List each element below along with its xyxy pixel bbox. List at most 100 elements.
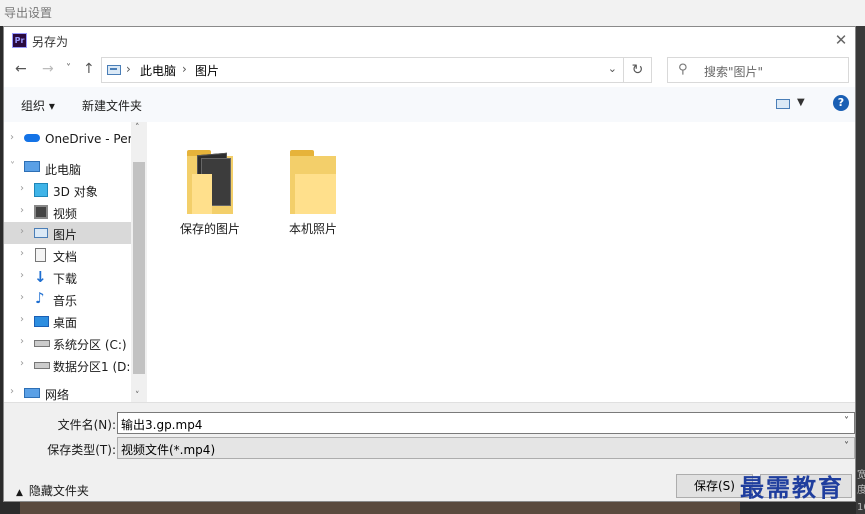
folder-icon bbox=[290, 150, 336, 214]
background-value: 100 bbox=[857, 502, 865, 513]
sidebar-item-videos[interactable]: › 视频 bbox=[4, 201, 131, 223]
desktop-icon bbox=[34, 316, 49, 327]
sidebar-item-label: 系统分区 (C:) bbox=[53, 338, 127, 352]
sidebar-item-desktop[interactable]: › 桌面 bbox=[4, 310, 131, 332]
hide-folders-label: 隐藏文件夹 bbox=[28, 484, 89, 498]
chevron-right-icon[interactable]: › bbox=[20, 270, 24, 281]
forward-arrow-icon[interactable]: → bbox=[42, 61, 54, 77]
chevron-up-icon: ▲ bbox=[16, 488, 23, 498]
chevron-down-icon[interactable]: ˅ bbox=[10, 161, 15, 172]
filename-value: 输出3.gp.mp4 bbox=[121, 418, 203, 432]
filetype-value: 视频文件(*.mp4) bbox=[121, 443, 216, 457]
background-label: 宽度 bbox=[857, 470, 865, 496]
help-icon[interactable]: ? bbox=[833, 95, 849, 111]
folder-icon bbox=[187, 150, 233, 214]
up-arrow-icon[interactable]: ↑ bbox=[83, 61, 95, 77]
chevron-right-icon[interactable]: › bbox=[20, 226, 24, 237]
video-icon bbox=[34, 205, 48, 219]
chevron-right-icon[interactable]: › bbox=[10, 132, 14, 143]
breadcrumb-pictures[interactable]: 图片 bbox=[195, 62, 219, 79]
view-dropdown[interactable]: ▼ bbox=[797, 97, 805, 108]
dialog-titlebar: Pr 另存为 ✕ bbox=[4, 27, 855, 55]
chevron-down-icon[interactable]: ⌄ bbox=[608, 62, 617, 75]
sidebar-item-downloads[interactable]: › ↓ 下载 bbox=[4, 266, 131, 288]
address-bar[interactable]: › 此电脑 › 图片 ⌄ bbox=[101, 57, 624, 83]
drive-c-icon bbox=[34, 340, 50, 347]
sidebar-item-label: 数据分区1 (D:) bbox=[53, 360, 136, 374]
search-icon: ⚲ bbox=[678, 62, 688, 77]
watermark-logo: 最需教育 bbox=[740, 473, 844, 502]
search-placeholder: 搜索"图片" bbox=[704, 65, 764, 79]
chevron-right-icon[interactable]: › bbox=[10, 386, 14, 397]
chevron-right-icon[interactable]: › bbox=[20, 314, 24, 325]
sidebar-item-network[interactable]: › 网络 bbox=[4, 382, 131, 404]
chevron-down-icon[interactable]: ˅ bbox=[844, 416, 849, 427]
sidebar-item-label: 此电脑 bbox=[45, 163, 82, 177]
new-folder-button[interactable]: 新建文件夹 bbox=[82, 97, 142, 114]
pictures-icon bbox=[34, 228, 48, 238]
onedrive-cloud-icon bbox=[24, 134, 40, 142]
filetype-select[interactable]: 视频文件(*.mp4) ˅ bbox=[117, 437, 855, 459]
chevron-right-icon[interactable]: › bbox=[20, 292, 24, 303]
drive-d-icon bbox=[34, 362, 50, 369]
chevron-right-icon[interactable]: › bbox=[20, 248, 24, 259]
sidebar-item-label: 图片 bbox=[53, 228, 78, 242]
save-as-dialog: Pr 另存为 ✕ ← → ˅ ↑ › 此电脑 › 图片 ⌄ ↻ ⚲ 搜索"图片"… bbox=[3, 26, 856, 502]
breadcrumb-separator: › bbox=[126, 62, 131, 76]
back-arrow-icon[interactable]: ← bbox=[15, 61, 27, 77]
sidebar-item-label: 桌面 bbox=[53, 316, 78, 330]
sidebar-item-label: 文档 bbox=[53, 250, 78, 264]
sidebar-item-music[interactable]: › ♪ 音乐 bbox=[4, 288, 131, 310]
sidebar-item-onedrive[interactable]: › OneDrive - Perso bbox=[4, 128, 146, 150]
sidebar-item-pictures[interactable]: › 图片 bbox=[4, 222, 131, 244]
dialog-title: 另存为 bbox=[32, 35, 69, 49]
computer-icon bbox=[107, 65, 121, 75]
chevron-down-icon[interactable]: ˅ bbox=[844, 441, 849, 452]
file-list: 保存的图片 本机照片 bbox=[147, 122, 856, 402]
3d-objects-icon bbox=[34, 183, 48, 197]
chevron-right-icon[interactable]: › bbox=[20, 205, 24, 216]
filename-label: 文件名(N): bbox=[57, 418, 116, 432]
navigation-pane: › OneDrive - Perso ˅ 此电脑 › 3D 对象 › 视频 › … bbox=[4, 122, 147, 402]
sidebar-item-this-pc[interactable]: ˅ 此电脑 bbox=[4, 157, 131, 179]
chevron-right-icon[interactable]: › bbox=[20, 358, 24, 369]
computer-icon bbox=[24, 161, 40, 172]
scroll-down-icon[interactable]: ˅ bbox=[135, 391, 140, 401]
folder-item-saved-pictures[interactable]: 保存的图片 bbox=[170, 140, 250, 240]
save-options-panel: 文件名(N): 输出3.gp.mp4 ˅ 保存类型(T): 视频文件(*.mp4… bbox=[4, 402, 855, 501]
download-icon: ↓ bbox=[34, 268, 47, 286]
command-bar: 组织 ▾ 新建文件夹 ▼ ? bbox=[4, 87, 855, 122]
view-icon[interactable] bbox=[776, 99, 790, 109]
close-button[interactable]: ✕ bbox=[827, 27, 855, 55]
filename-input[interactable]: 输出3.gp.mp4 ˅ bbox=[117, 412, 855, 434]
folder-item-camera-roll[interactable]: 本机照片 bbox=[273, 140, 353, 240]
sidebar-scrollbar[interactable]: ˄ ˅ bbox=[131, 122, 147, 402]
chevron-right-icon[interactable]: › bbox=[20, 183, 24, 194]
documents-icon bbox=[35, 248, 46, 262]
sidebar-item-documents[interactable]: › 文档 bbox=[4, 244, 131, 266]
hide-folders-toggle[interactable]: ▲ 隐藏文件夹 bbox=[16, 482, 89, 499]
sidebar-item-3d-objects[interactable]: › 3D 对象 bbox=[4, 179, 131, 201]
sidebar-item-label: 音乐 bbox=[53, 294, 78, 308]
sidebar-item-label: 3D 对象 bbox=[53, 185, 98, 199]
recent-locations-icon[interactable]: ˅ bbox=[66, 63, 71, 74]
background-panel: 宽度 100 bbox=[856, 26, 865, 514]
navigation-bar: ← → ˅ ↑ › 此电脑 › 图片 ⌄ ↻ ⚲ 搜索"图片" bbox=[4, 55, 855, 87]
sidebar-item-drive-c[interactable]: › 系统分区 (C:) bbox=[4, 332, 131, 354]
search-box[interactable]: ⚲ 搜索"图片" bbox=[667, 57, 849, 83]
filetype-row: 保存类型(T): 视频文件(*.mp4) ˅ bbox=[4, 437, 855, 459]
scrollbar-thumb[interactable] bbox=[133, 162, 145, 374]
filename-row: 文件名(N): 输出3.gp.mp4 ˅ bbox=[4, 412, 855, 434]
breadcrumb-this-pc[interactable]: 此电脑 bbox=[140, 62, 176, 79]
scroll-up-icon[interactable]: ˄ bbox=[135, 123, 140, 133]
organize-button[interactable]: 组织 ▾ bbox=[21, 97, 55, 114]
sidebar-item-drive-d[interactable]: › 数据分区1 (D:) bbox=[4, 354, 135, 376]
refresh-button[interactable]: ↻ bbox=[624, 57, 652, 83]
folder-label: 保存的图片 bbox=[179, 222, 240, 236]
breadcrumb-separator: › bbox=[182, 62, 187, 76]
sidebar-item-label: 网络 bbox=[45, 388, 70, 402]
music-icon: ♪ bbox=[35, 289, 45, 307]
background-window-title: 导出设置 bbox=[0, 0, 865, 26]
sidebar-item-label: 下载 bbox=[53, 272, 78, 286]
chevron-right-icon[interactable]: › bbox=[20, 336, 24, 347]
